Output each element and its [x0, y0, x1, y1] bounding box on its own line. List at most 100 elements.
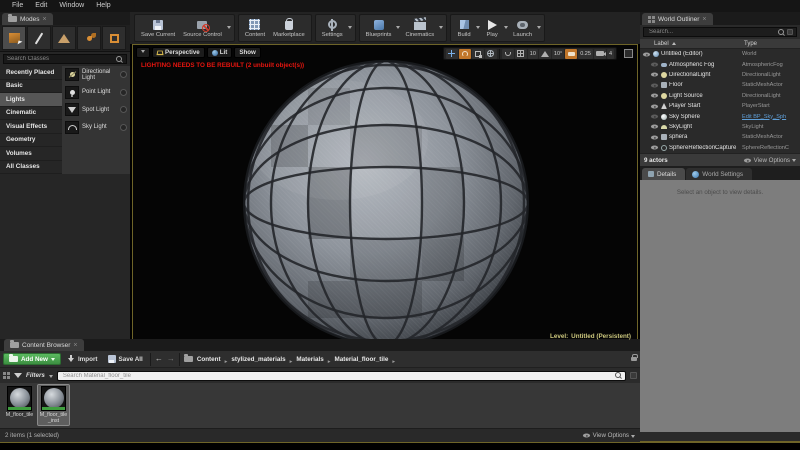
camera-speed-button[interactable] [594, 49, 606, 59]
mode-paint-button[interactable] [27, 26, 51, 50]
show-button[interactable]: Show [234, 47, 261, 58]
play-button[interactable]: Play [481, 15, 503, 41]
outliner-row-floor[interactable]: Floor StaticMeshActor [640, 80, 800, 90]
outliner-row-sphera[interactable]: sphera StaticMeshActor [640, 132, 800, 142]
scale-tool-button[interactable] [472, 49, 484, 59]
save-search-icon[interactable] [630, 372, 637, 379]
category-geometry[interactable]: Geometry [0, 134, 62, 148]
caret-down-icon[interactable] [227, 26, 231, 31]
lock-icon[interactable] [631, 357, 637, 361]
outliner-search-input[interactable] [647, 28, 776, 36]
category-basic[interactable]: Basic [0, 80, 62, 94]
cinematics-button[interactable]: Cinematics [401, 15, 438, 41]
visibility-eye-icon[interactable] [651, 125, 658, 129]
save-current-button[interactable]: Save Current [137, 15, 179, 41]
search-classes-input[interactable] [7, 56, 116, 62]
mode-geometry-button[interactable] [102, 26, 126, 50]
grid-snap-button[interactable] [515, 49, 527, 59]
filters-button[interactable]: Filters [26, 372, 45, 379]
category-all-classes[interactable]: All Classes [0, 161, 62, 175]
mode-place-button[interactable] [2, 26, 26, 50]
blueprints-button[interactable]: Blueprints [362, 15, 396, 41]
outliner-row-skylight[interactable]: SkyLight SkyLight [640, 122, 800, 132]
add-new-button[interactable]: Add New [3, 353, 61, 365]
asset-m-floor-tile[interactable]: M_floor_tile [4, 385, 35, 419]
maximize-viewport-button[interactable] [624, 49, 633, 58]
visibility-eye-icon[interactable] [651, 73, 658, 77]
visibility-eye-icon[interactable] [651, 115, 658, 119]
tab-modes[interactable]: Modes [2, 13, 53, 25]
asset-search-input[interactable] [61, 372, 613, 380]
item-directional-light[interactable]: Directional Light [62, 66, 130, 84]
cb-view-options-button[interactable]: View Options [582, 432, 635, 440]
caret-down-icon[interactable] [504, 26, 508, 31]
drag-grip-icon[interactable] [120, 106, 127, 113]
breadcrumb-stylized-materials[interactable]: stylized_materials [231, 356, 285, 363]
rotate-tool-button[interactable] [459, 49, 471, 59]
asset-m-floor-tile-inst[interactable]: M_floor_tile_inst [38, 385, 69, 425]
tab-details[interactable]: Details [642, 168, 685, 180]
scale-snap-button[interactable] [565, 49, 577, 59]
launch-button[interactable]: Launch [509, 15, 536, 41]
sources-panel-icon[interactable] [3, 372, 10, 379]
lit-button[interactable]: Lit [207, 47, 233, 58]
category-cinematic[interactable]: Cinematic [0, 107, 62, 121]
visibility-eye-icon[interactable] [651, 135, 658, 139]
visibility-eye-icon[interactable] [651, 83, 658, 87]
breadcrumb-content[interactable]: Content [197, 356, 221, 363]
menu-window[interactable]: Window [53, 0, 90, 12]
caret-down-icon[interactable] [537, 26, 541, 31]
visibility-eye-icon[interactable] [651, 146, 658, 150]
rotation-snap-button[interactable] [539, 49, 551, 59]
outliner-row-sky-sphere[interactable]: Sky Sphere Edit BP_Sky_Sph [640, 111, 800, 121]
caret-down-icon[interactable] [396, 26, 400, 31]
outliner-row-directionallight[interactable]: DirectionalLight DirectionalLight [640, 70, 800, 80]
column-type[interactable]: Type [744, 41, 800, 47]
visibility-eye-icon[interactable] [651, 104, 658, 108]
save-all-button[interactable]: Save All [105, 355, 146, 363]
menu-help[interactable]: Help [90, 0, 116, 12]
outliner-row-spherereflectioncapture[interactable]: SphereReflectionCapture SphereReflection… [640, 143, 800, 153]
viewport[interactable]: Perspective Lit Show LIGHTING NEEDS TO B… [132, 44, 638, 344]
edit-blueprint-link[interactable]: Edit BP_Sky_Sph [742, 114, 798, 120]
marketplace-button[interactable]: Marketplace [269, 15, 309, 41]
caret-down-icon[interactable] [348, 26, 352, 31]
grid-snap-value[interactable]: 10 [528, 49, 538, 59]
mode-landscape-button[interactable] [52, 26, 76, 50]
category-volumes[interactable]: Volumes [0, 147, 62, 161]
category-lights[interactable]: Lights [0, 93, 62, 107]
scale-snap-value[interactable]: 0.25 [578, 49, 593, 59]
forward-button[interactable]: → [167, 355, 175, 363]
item-spot-light[interactable]: Spot Light [62, 101, 130, 119]
menu-file[interactable]: File [6, 0, 29, 12]
outliner-row-light-source[interactable]: Light Source DirectionalLight [640, 91, 800, 101]
rotation-snap-value[interactable]: 10° [552, 49, 564, 59]
close-icon[interactable] [702, 16, 706, 23]
source-control-button[interactable]: Source Control [179, 15, 226, 41]
settings-button[interactable]: Settings [318, 15, 347, 41]
outliner-view-options-button[interactable]: View Options [743, 156, 796, 164]
surface-snap-button[interactable] [502, 49, 514, 59]
tab-world-settings[interactable]: World Settings [686, 168, 752, 180]
visibility-eye-icon[interactable] [651, 94, 658, 98]
column-label[interactable]: Label [640, 40, 744, 47]
item-sky-light[interactable]: Sky Light [62, 119, 130, 137]
content-button[interactable]: Content [241, 15, 269, 41]
close-icon[interactable] [73, 342, 77, 349]
tab-content-browser[interactable]: Content Browser [4, 339, 84, 351]
drag-grip-icon[interactable] [120, 89, 127, 96]
perspective-button[interactable]: Perspective [152, 47, 205, 58]
material-preview-sphere[interactable] [133, 45, 637, 343]
outliner-row-world[interactable]: Untitled (Editor) World [640, 49, 800, 59]
drag-grip-icon[interactable] [120, 71, 127, 78]
world-local-toggle[interactable] [485, 49, 497, 59]
back-button[interactable]: ← [155, 355, 163, 363]
build-button[interactable]: Build [453, 15, 475, 41]
visibility-eye-icon[interactable] [651, 63, 658, 67]
tab-world-outliner[interactable]: World Outliner [642, 13, 713, 25]
mode-foliage-button[interactable] [77, 26, 101, 50]
filter-icon[interactable] [787, 29, 793, 35]
visibility-eye-icon[interactable] [643, 52, 650, 56]
caret-down-icon[interactable] [476, 26, 480, 31]
menu-edit[interactable]: Edit [29, 0, 53, 12]
